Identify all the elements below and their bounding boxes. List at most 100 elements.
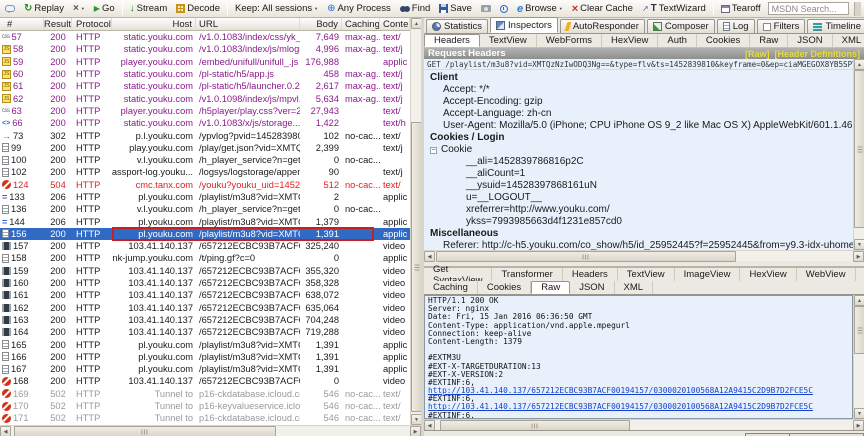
request-tab-json[interactable]: JSON	[788, 34, 832, 47]
column-header-url[interactable]: URL	[196, 18, 300, 30]
go-button[interactable]: ▶Go	[92, 2, 117, 15]
request-tab-cookies[interactable]: Cookies	[697, 34, 750, 47]
scroll-thumb[interactable]	[14, 426, 276, 436]
session-row[interactable]: 102200HTTPpassport-log.youku.../logsys/l…	[0, 166, 410, 178]
scroll-right-button[interactable]: ▶	[410, 426, 421, 436]
response-tab-caching[interactable]: Caching	[424, 281, 478, 294]
response-tab-cookies[interactable]: Cookies	[478, 281, 531, 294]
session-row[interactable]: 58200HTTPstatic.youku.com/v1.0.1083/inde…	[0, 43, 410, 55]
response-tab-transformer[interactable]: Transformer	[492, 268, 562, 281]
response-tab-auth[interactable]: Auth	[856, 268, 864, 281]
session-list-vscrollbar[interactable]: ▲ ▼	[410, 18, 421, 425]
screenshot-button[interactable]	[479, 4, 493, 13]
session-row[interactable]: 170502HTTPTunnel top16-keyvalueservice.i…	[0, 400, 410, 412]
toolbar-overflow-handle[interactable]	[854, 2, 861, 16]
session-row[interactable]: 124504HTTPcmc.tanx.com/youku?youku_uid=1…	[0, 179, 410, 191]
comment-button[interactable]	[3, 4, 17, 13]
session-row[interactable]: 169502HTTPTunnel top16-ckdatabase.icloud…	[0, 388, 410, 400]
session-row[interactable]: 157200HTTP103.41.140.137/657212ECBC93B7A…	[0, 240, 410, 252]
session-row[interactable]: 59200HTTPplayer.youku.com/embed/unifull/…	[0, 56, 410, 68]
session-row[interactable]: 160200HTTP103.41.140.137/657212ECBC93B7A…	[0, 277, 410, 289]
session-row[interactable]: 171502HTTPTunnel top16-ckdatabase.icloud…	[0, 412, 410, 424]
session-row[interactable]: 162200HTTP103.41.140.137/657212ECBC93B7A…	[0, 302, 410, 314]
stream-button[interactable]: ↓Stream	[128, 2, 170, 15]
response-tab-hexview[interactable]: HexView	[740, 268, 796, 281]
response-vscrollbar[interactable]: ▲ ▼	[853, 295, 864, 419]
session-row[interactable]: 166200HTTPpl.youku.com/playlist/m3u8?vid…	[0, 351, 410, 363]
tab-statistics[interactable]: Statistics	[426, 19, 488, 33]
session-row[interactable]: 163200HTTP103.41.140.137/657212ECBC93B7A…	[0, 314, 410, 326]
response-hscrollbar[interactable]: ◀ ▶	[424, 419, 864, 430]
response-tab-webview[interactable]: WebView	[797, 268, 856, 281]
save-button[interactable]: Save	[437, 2, 474, 15]
tearoff-button[interactable]: Tearoff	[719, 2, 763, 15]
request-tab-hexview[interactable]: HexView	[602, 34, 658, 47]
tab-inspectors[interactable]: Inspectors	[490, 17, 558, 33]
request-tab-headers[interactable]: Headers	[424, 34, 480, 47]
scroll-thumb[interactable]	[854, 306, 864, 354]
session-row[interactable]: 73302HTTPp.l.youku.com/ypvlog?pvid=14528…	[0, 129, 410, 141]
session-row[interactable]: 63200HTTPplayer.youku.com/h5player/play.…	[0, 105, 410, 117]
raw-link[interactable]: [Raw]	[745, 49, 770, 59]
response-tab-headers[interactable]: Headers	[563, 268, 618, 281]
response-tab-get-syntaxview[interactable]: Get SyntaxView	[424, 268, 492, 281]
scroll-up-button[interactable]: ▲	[854, 295, 864, 306]
response-tab-imageview[interactable]: ImageView	[675, 268, 741, 281]
column-header-result[interactable]: Result	[44, 18, 72, 30]
session-row[interactable]: 61200HTTPstatic.youku.com/pl-static/h5/l…	[0, 80, 410, 92]
session-row[interactable]: 133206HTTPpl.youku.com/playlist/m3u8?vid…	[0, 191, 410, 203]
any-process-button[interactable]: ⊕Any Process	[325, 2, 393, 15]
session-row[interactable]: 164200HTTP103.41.140.137/657212ECBC93B7A…	[0, 326, 410, 338]
scroll-left-button[interactable]: ◀	[0, 426, 11, 436]
scroll-right-button[interactable]: ▶	[853, 251, 864, 262]
session-row[interactable]: 66200HTTPstatic.youku.com/v1.0.1083/x/js…	[0, 117, 410, 129]
scroll-thumb[interactable]	[854, 70, 864, 228]
session-row[interactable]: 62200HTTPstatic.youku.com/v1.0.1098/inde…	[0, 92, 410, 104]
scroll-thumb[interactable]	[436, 251, 736, 262]
request-tab-raw[interactable]: Raw	[750, 34, 788, 47]
session-row[interactable]: 57200HTTPstatic.youku.com/v1.0.1083/inde…	[0, 31, 410, 43]
collapse-expander-icon[interactable]: −	[430, 147, 437, 154]
session-row[interactable]: 161200HTTP103.41.140.137/657212ECBC93B7A…	[0, 289, 410, 301]
session-row[interactable]: 156200HTTPpl.youku.com/playlist/m3u8?vid…	[0, 228, 410, 240]
header-definitions-link[interactable]: [Header Definitions]	[774, 49, 860, 59]
column-header-conte[interactable]: Conte	[380, 18, 410, 30]
tab-log[interactable]: Log	[717, 19, 755, 33]
request-vscrollbar[interactable]: ▲ ▼	[853, 59, 864, 250]
tab-filters[interactable]: Filters	[757, 19, 806, 33]
request-tab-webforms[interactable]: WebForms	[537, 34, 602, 47]
find-button[interactable]: Find	[398, 2, 432, 15]
remove-sessions-button[interactable]: ×▼	[71, 2, 87, 15]
column-header-body[interactable]: Body	[300, 18, 342, 30]
session-row[interactable]: 165200HTTPpl.youku.com/playlist/m3u8?vid…	[0, 338, 410, 350]
response-tab-json[interactable]: JSON	[570, 281, 614, 294]
clear-cache-button[interactable]: ×Clear Cache	[570, 2, 635, 16]
scroll-down-button[interactable]: ▼	[854, 408, 864, 419]
column-header-host[interactable]: Host	[112, 18, 196, 30]
response-tab-xml[interactable]: XML	[615, 281, 654, 294]
request-tab-textview[interactable]: TextView	[480, 34, 537, 47]
session-list-hscrollbar[interactable]: ◀ ▶	[0, 425, 421, 436]
segment-url-link[interactable]: http://103.41.140.137/657212ECBC93B7ACF0…	[428, 402, 813, 411]
session-row[interactable]: 167200HTTPpl.youku.com/playlist/m3u8?vid…	[0, 363, 410, 375]
scroll-left-button[interactable]: ◀	[424, 251, 435, 262]
scroll-up-button[interactable]: ▲	[854, 59, 864, 70]
column-header-caching[interactable]: Caching	[342, 18, 380, 30]
session-row[interactable]: 100200HTTPv.l.youku.com/h_player_service…	[0, 154, 410, 166]
tab-composer[interactable]: Composer	[647, 19, 715, 33]
response-tab-textview[interactable]: TextView	[618, 268, 675, 281]
segment-url-link[interactable]: http://103.41.140.137/657212ECBC93B7ACF0…	[428, 386, 813, 395]
column-header-protocol[interactable]: Protocol	[72, 18, 112, 30]
replay-button[interactable]: ↻Replay	[22, 2, 66, 15]
session-row[interactable]: 99200HTTPplay.youku.com/play/get.json?vi…	[0, 142, 410, 154]
session-row[interactable]: 136200HTTPv.l.youku.com/h_player_service…	[0, 203, 410, 215]
request-tab-auth[interactable]: Auth	[658, 34, 697, 47]
session-row[interactable]: 158200HTTPlink-jump.youku.com/t/ping.gf?…	[0, 252, 410, 264]
session-row[interactable]: 168200HTTP103.41.140.137/657212ECBC93B7A…	[0, 375, 410, 387]
tab-timeline[interactable]: Timeline	[807, 19, 864, 33]
column-header-#[interactable]: #	[0, 18, 44, 30]
decode-button[interactable]: Decode	[174, 2, 222, 15]
response-tab-raw[interactable]: Raw	[531, 281, 570, 294]
session-row[interactable]: 60200HTTPstatic.youku.com/pl-static/h5/a…	[0, 68, 410, 80]
textwizard-button[interactable]: ↗TTextWizard	[640, 2, 708, 15]
